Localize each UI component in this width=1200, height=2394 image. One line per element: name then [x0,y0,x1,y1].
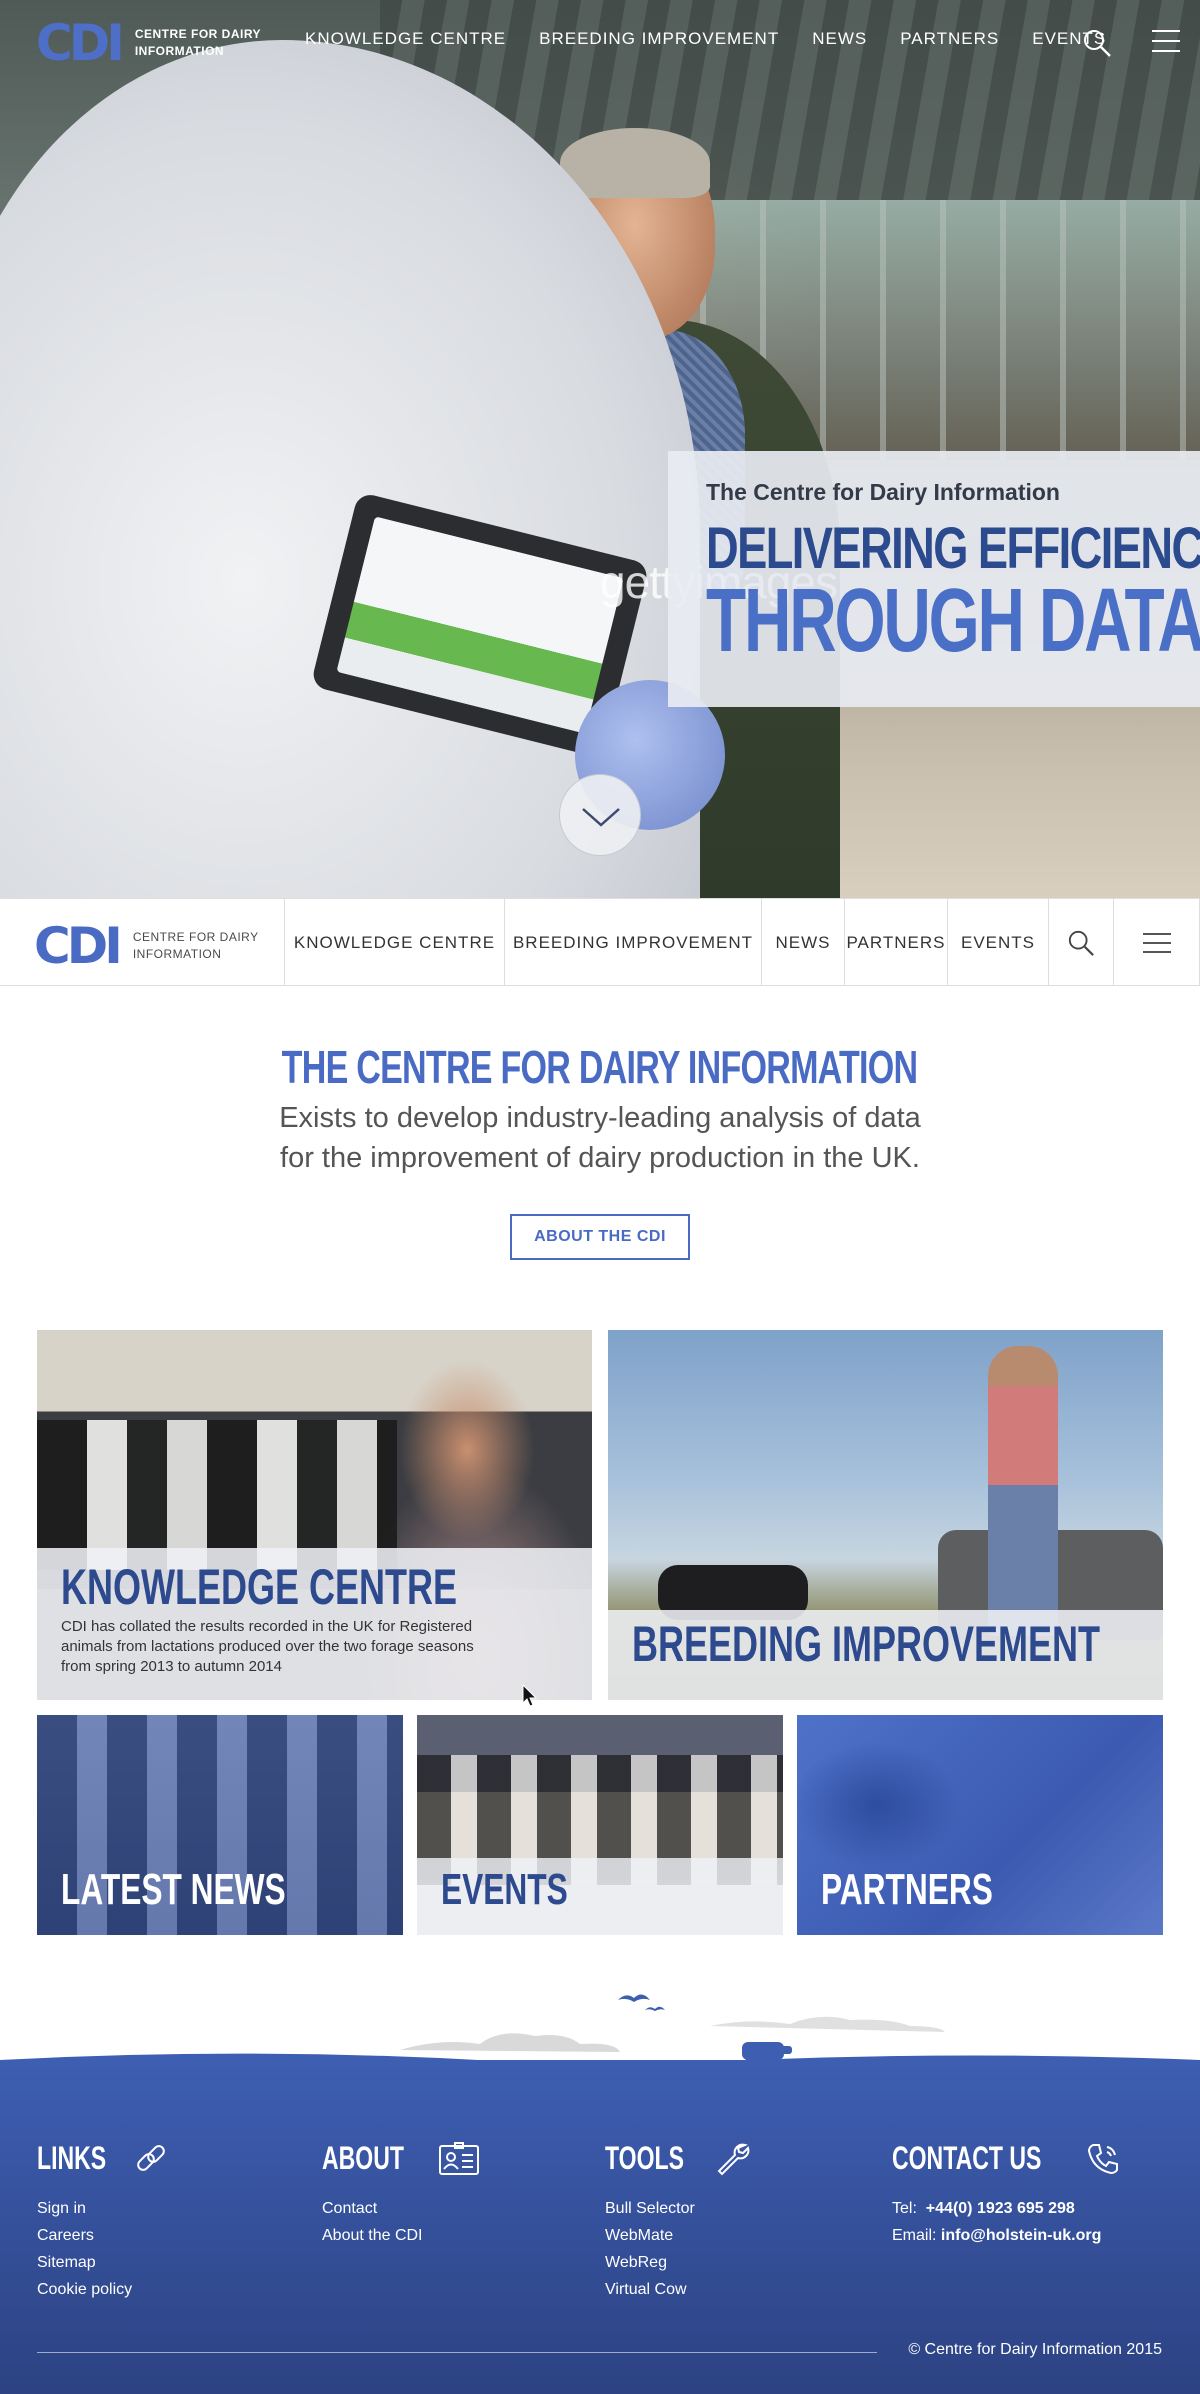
logo-text-line-1: Centre for Dairy [132,930,259,944]
nav-link-news[interactable]: News [812,29,867,49]
footer-link-about-the-cdi[interactable]: About the CDI [322,2222,480,2249]
hero-kicker: The Centre for Dairy Information [706,479,1060,505]
footer-tools-column: Tools Bull Selector WebMate WebReg Virtu… [605,2140,751,2303]
knowledge-centre-description: CDI has collated the results recorded in… [61,1618,474,1675]
id-card-icon [438,2141,479,2175]
logo-text: Centre for Dairy Information [135,26,261,60]
about-the-cdi-button[interactable]: About the CDI [510,1214,690,1260]
email-label: Email: [892,2227,937,2244]
hamburger-menu-icon [1142,932,1171,953]
logo-text-line-1: Centre for Dairy [134,27,262,41]
sticky-menu-button[interactable] [1113,899,1200,986]
hero-headline-line-1: Delivering Efficiency [706,516,1200,581]
link-icon [137,2144,165,2171]
wrench-icon [717,2143,749,2175]
nav-link-breeding-improvement[interactable]: Breeding Improvement [539,29,779,49]
intro-title-text: The Centre for Dairy Information [282,1041,918,1093]
footer-link-cookie-policy[interactable]: Cookie policy [37,2276,169,2303]
footer-link-sign-in[interactable]: Sign in [37,2195,169,2222]
intro-line-2: for the improvement of dairy production … [280,1142,920,1174]
hero-photo-farmer-hair [560,128,710,198]
events-tile[interactable]: Events [417,1715,783,1935]
cdi-logo[interactable]: CDI Centre for Dairy Information [36,18,261,68]
logo-text: Centre for Dairy Information [133,929,259,963]
footer-link-webreg[interactable]: WebReg [605,2249,751,2276]
latest-news-tile[interactable]: Latest News [37,1715,403,1935]
footer-link-careers[interactable]: Careers [37,2222,169,2249]
footer-email: Email: info@holstein-uk.org [892,2222,1121,2249]
logo-mark: CDI [34,917,123,975]
search-icon[interactable] [1082,28,1112,58]
footer-tools-header: Tools [605,2140,751,2177]
nav-link-partners[interactable]: Partners [900,29,999,49]
footer-links-title: Links [37,2140,107,2176]
breeding-improvement-tile[interactable]: Breeding Improvement [608,1330,1163,1700]
scroll-down-button[interactable] [559,774,641,856]
intro-description: Exists to develop industry-leading analy… [0,1098,1200,1178]
footer-links-header: Links [37,2140,169,2177]
search-icon [1068,930,1094,956]
logo-text-line-2: Information [132,947,222,961]
sticky-search-button[interactable] [1048,899,1113,986]
sticky-navigation: CDI Centre for Dairy Information Knowled… [0,898,1200,986]
hero-headline-panel: The Centre for Dairy Information Deliver… [668,451,1200,707]
footer-tools-title: Tools [605,2140,684,2176]
intro-line-1: Exists to develop industry-leading analy… [279,1102,921,1134]
breeding-improvement-title: Breeding Improvement [632,1616,1101,1672]
footer-telephone: Tel: +44(0) 1923 695 298 [892,2195,1121,2222]
hero-headline-line-2: Through Data [706,571,1200,671]
footer-contact-details: Tel: +44(0) 1923 695 298 Email: info@hol… [892,2195,1121,2249]
sticky-nav-links: Knowledge Centre Breeding Improvement Ne… [284,899,1200,986]
sticky-nav-knowledge-centre[interactable]: Knowledge Centre [284,899,504,986]
tel-label: Tel: [892,2200,917,2217]
hero-banner: gettyimages CDI Centre for Dairy Informa… [0,0,1200,898]
footer-contact-column: Contact Us Tel: +44(0) 1923 695 298 Emai… [892,2140,1121,2249]
sticky-nav-breeding-improvement[interactable]: Breeding Improvement [504,899,761,986]
latest-news-title: Latest News [61,1865,286,1914]
footer-link-webmate[interactable]: WebMate [605,2222,751,2249]
logo-text-line-2: Information [134,44,225,58]
sticky-nav-events[interactable]: Events [947,899,1048,986]
phone-icon [1088,2143,1119,2174]
footer-contact-title: Contact Us [892,2140,1042,2176]
events-title: Events [441,1865,568,1914]
footer-link-contact[interactable]: Contact [322,2195,480,2222]
partners-tile[interactable]: Partners [797,1715,1163,1935]
footer-tools-list: Bull Selector WebMate WebReg Virtual Cow [605,2195,751,2303]
cloud-shape [710,2016,945,2032]
footer-link-bull-selector[interactable]: Bull Selector [605,2195,751,2222]
cdi-logo-sticky[interactable]: CDI Centre for Dairy Information [34,921,259,971]
email-address[interactable]: info@holstein-uk.org [941,2227,1101,2244]
footer-links-column: Links Sign in Careers Sitemap Cookie pol… [37,2140,169,2303]
footer-about-header: About [322,2140,480,2177]
tablet-screen [336,516,624,734]
footer-about-list: Contact About the CDI [322,2195,480,2249]
mouse-pointer-icon [522,1684,538,1707]
site-footer: Links Sign in Careers Sitemap Cookie pol… [0,2060,1200,2394]
chevron-down-icon [582,808,620,827]
hamburger-menu-icon[interactable] [1152,30,1180,54]
top-nav-links: Knowledge Centre Breeding Improvement Ne… [305,29,1106,49]
sticky-nav-news[interactable]: News [761,899,844,986]
bird-icon [618,1994,665,2011]
top-navigation: CDI Centre for Dairy Information Knowled… [0,0,1200,84]
footer-about-column: About Contact About the CDI [322,2140,480,2249]
tel-number[interactable]: +44(0) 1923 695 298 [926,2200,1075,2217]
footer-copyright: © Centre for Dairy Information 2015 [908,2341,1162,2358]
logo-mark: CDI [36,14,125,72]
footer-link-sitemap[interactable]: Sitemap [37,2249,169,2276]
knowledge-centre-tile[interactable]: Knowledge Centre CDI has collated the re… [37,1330,592,1700]
tile-photo-farmer [988,1346,1058,1636]
footer-link-virtual-cow[interactable]: Virtual Cow [605,2276,751,2303]
footer-contact-header: Contact Us [892,2140,1121,2177]
footer-about-title: About [322,2140,404,2176]
nav-link-knowledge-centre[interactable]: Knowledge Centre [305,29,506,49]
sticky-nav-partners[interactable]: Partners [844,899,947,986]
partners-title: Partners [821,1865,993,1914]
intro-title: The Centre for Dairy Information [0,1040,1200,1094]
footer-links-list: Sign in Careers Sitemap Cookie policy [37,2195,169,2303]
footer-divider [37,2352,877,2353]
knowledge-centre-title: Knowledge Centre [61,1559,458,1615]
